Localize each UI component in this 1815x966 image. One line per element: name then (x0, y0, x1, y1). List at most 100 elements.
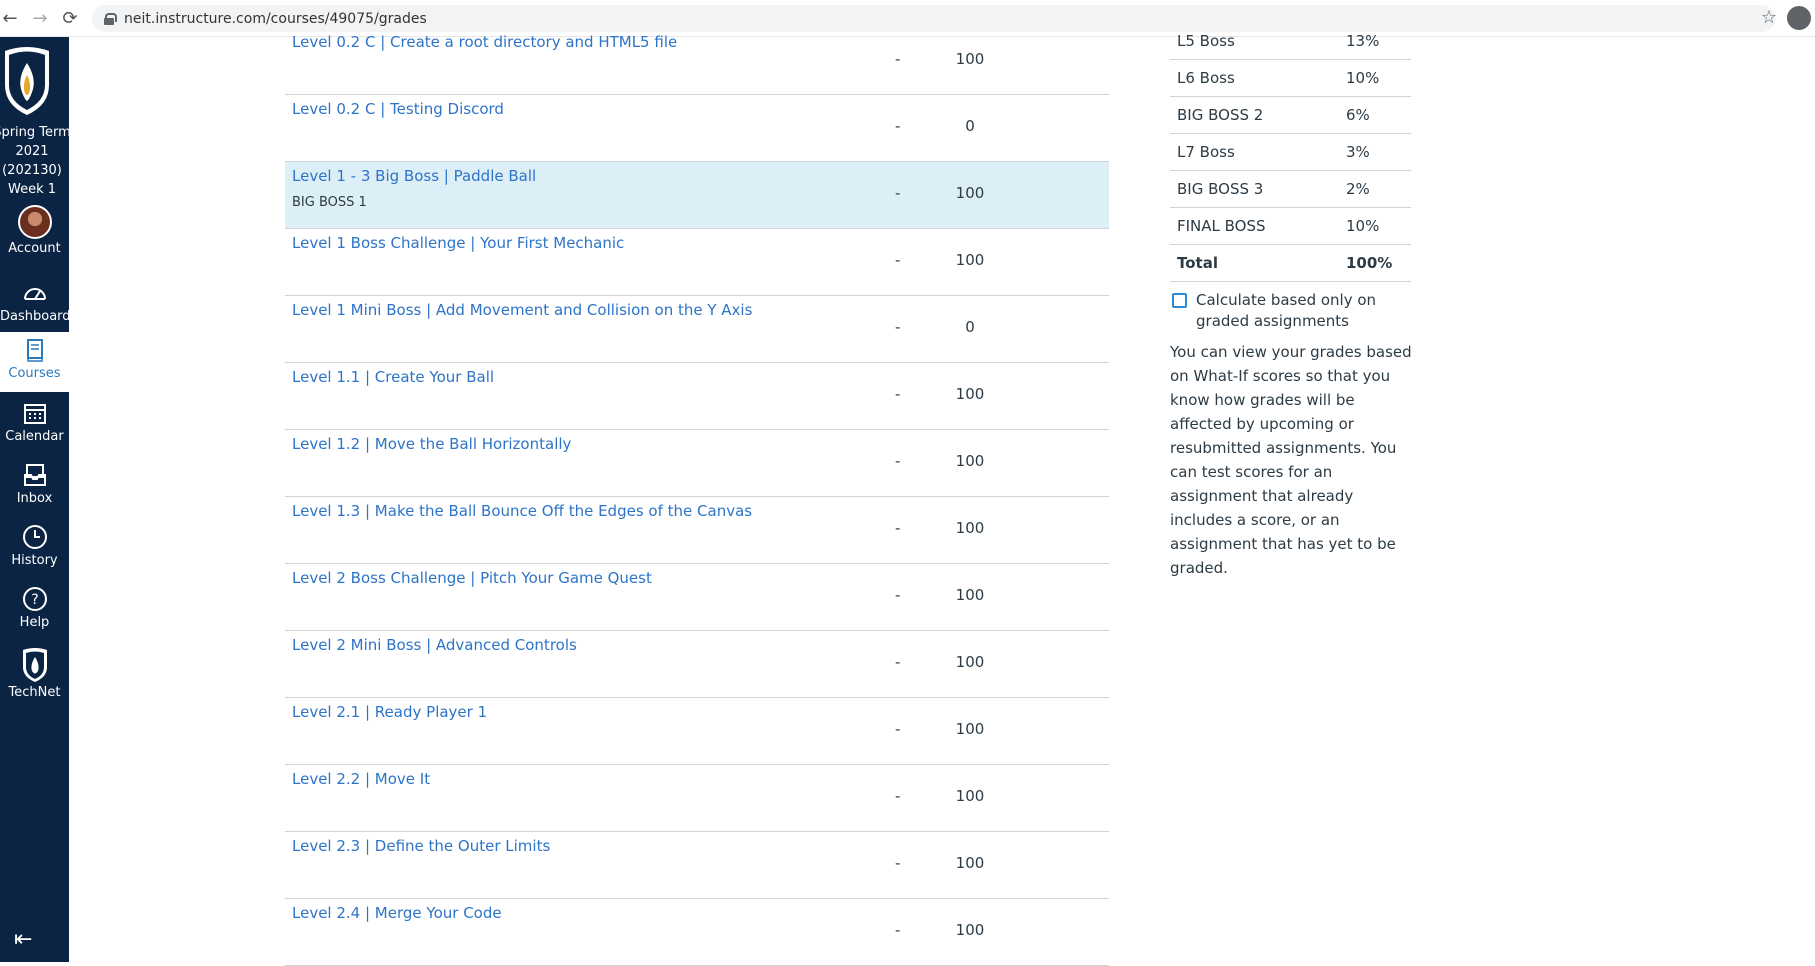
grade-dash: - (895, 184, 901, 202)
nav-calendar-label: Calendar (5, 429, 64, 444)
nav-inbox-label: Inbox (16, 491, 53, 506)
assignment-link[interactable]: Level 2 Boss Challenge | Pitch Your Game… (292, 569, 652, 587)
nav-technet-label: TechNet (8, 685, 61, 700)
grade-row: Level 2.3 | Define the Outer Limits - 100 (285, 832, 1109, 899)
grade-row: Level 2.4 | Merge Your Code - 100 (285, 899, 1109, 966)
group-weight: 10% (1346, 69, 1380, 87)
nav-history[interactable]: History (0, 523, 69, 568)
points-possible: 100 (955, 452, 985, 470)
grades-table: Level 0.2 C | Create a root directory an… (285, 28, 1109, 966)
grade-row: Level 2 Boss Challenge | Pitch Your Game… (285, 564, 1109, 631)
group-name: Total (1177, 254, 1218, 272)
assignment-link[interactable]: Level 2 Mini Boss | Advanced Controls (292, 636, 577, 654)
weight-row: L7 Boss 3% (1170, 134, 1411, 171)
grade-dash: - (895, 921, 901, 939)
nav-technet[interactable]: TechNet (0, 647, 69, 700)
grade-row: Level 1.2 | Move the Ball Horizontally - 1… (285, 430, 1109, 497)
assignment-link[interactable]: Level 2.4 | Merge Your Code (292, 904, 502, 922)
assignment-link[interactable]: Level 2.1 | Ready Player 1 (292, 703, 487, 721)
grade-dash: - (895, 251, 901, 269)
group-name: BIG BOSS 3 (1177, 180, 1264, 198)
nav-inbox[interactable]: Inbox (0, 461, 69, 506)
nav-history-label: History (11, 553, 58, 568)
neit-logo-icon[interactable] (0, 45, 54, 117)
points-possible: 100 (955, 854, 985, 872)
grade-dash: - (895, 787, 901, 805)
weight-row: FINAL BOSS 10% (1170, 208, 1411, 245)
points-possible: 0 (965, 117, 975, 135)
technet-icon (22, 648, 47, 682)
grade-row: Level 1.1 | Create Your Ball - 100 (285, 363, 1109, 430)
profile-icon[interactable] (1787, 6, 1811, 30)
weight-row: BIG BOSS 2 6% (1170, 97, 1411, 134)
grade-row: Level 0.2 C | Create a root directory an… (285, 28, 1109, 95)
grade-row: Level 2.2 | Move It - 100 (285, 765, 1109, 832)
calculate-graded-only[interactable]: Calculate based only on graded assignmen… (1170, 290, 1411, 332)
group-weight: 2% (1346, 180, 1370, 198)
points-possible: 0 (965, 318, 975, 336)
group-name: FINAL BOSS (1177, 217, 1266, 235)
grade-dash: - (895, 117, 901, 135)
graded-only-checkbox[interactable] (1172, 293, 1187, 308)
grade-dash: - (895, 586, 901, 604)
grade-dash: - (895, 854, 901, 872)
help-icon: ? (22, 587, 47, 611)
points-possible: 100 (955, 184, 985, 202)
nav-help-label: Help (19, 615, 50, 630)
avatar (17, 205, 52, 239)
weights-table: L5 Boss 13% L6 Boss 10% BIG BOSS 2 6% L7 Boss 3… (1170, 23, 1411, 282)
assignment-link[interactable]: Level 2.3 | Define the Outer Limits (292, 837, 550, 855)
nav-courses-label: Courses (8, 366, 61, 381)
points-possible: 100 (955, 720, 985, 738)
nav-dashboard[interactable]: Dashboard (0, 279, 71, 324)
grade-row: Level 1.3 | Make the Ball Bounce Off the… (285, 497, 1109, 564)
lock-icon (104, 12, 117, 25)
grade-row: Level 1 Boss Challenge | Your First Mech… (285, 229, 1109, 296)
term-label: Spring Term 2021 (202130) Week 1 (0, 125, 71, 197)
reload-icon[interactable]: ⟳ (56, 4, 84, 32)
history-icon (22, 525, 47, 549)
assignment-link[interactable]: Level 1.2 | Move the Ball Horizontally (292, 435, 571, 453)
assignment-link[interactable]: Level 1.3 | Make the Ball Bounce Off the… (292, 502, 752, 520)
dashboard-icon (23, 288, 46, 300)
back-arrow-icon[interactable]: ← (0, 4, 24, 32)
nav-dashboard-label: Dashboard (0, 309, 71, 324)
collapse-nav-icon[interactable]: ⇤ (14, 927, 32, 952)
group-name: L5 Boss (1177, 32, 1235, 50)
nav-account[interactable]: Account (0, 205, 69, 256)
global-nav: Spring Term 2021 (202130) Week 1 Account… (0, 37, 71, 962)
assignment-group: BIG BOSS 1 (292, 195, 367, 210)
grade-row: Level 2 Mini Boss | Advanced Controls - 10… (285, 631, 1109, 698)
group-weight: 100% (1346, 254, 1393, 272)
grade-dash: - (895, 519, 901, 537)
points-possible: 100 (955, 921, 985, 939)
points-possible: 100 (955, 586, 985, 604)
assignment-link[interactable]: Level 0.2 C | Testing Discord (292, 100, 504, 118)
grade-row: Level 0.2 C | Testing Discord - 0 (285, 95, 1109, 162)
nav-help[interactable]: ? Help (0, 585, 69, 630)
points-possible: 100 (955, 653, 985, 671)
points-possible: 100 (955, 519, 985, 537)
grade-dash: - (895, 452, 901, 470)
grade-dash: - (895, 385, 901, 403)
assignment-link[interactable]: Level 1 Mini Boss | Add Movement and Col… (292, 301, 752, 319)
nav-calendar[interactable]: Calendar (0, 399, 69, 444)
grade-dash: - (895, 50, 901, 68)
grade-row: Level 1 - 3 Big Boss | Paddle Ball BIG BO… (285, 162, 1109, 229)
grade-dash: - (895, 720, 901, 738)
assignment-link[interactable]: Level 0.2 C | Create a root directory an… (292, 33, 677, 51)
nav-courses[interactable]: Courses (0, 332, 69, 392)
calendar-icon (23, 404, 46, 424)
weight-row: BIG BOSS 3 2% (1170, 171, 1411, 208)
grade-row: Level 2.1 | Ready Player 1 - 100 (285, 698, 1109, 765)
assignment-link[interactable]: Level 1 - 3 Big Boss | Paddle Ball (292, 167, 536, 185)
bookmark-star-icon[interactable]: ☆ (1761, 7, 1777, 28)
group-weight: 13% (1346, 32, 1380, 50)
assignment-link[interactable]: Level 2.2 | Move It (292, 770, 430, 788)
points-possible: 100 (955, 385, 985, 403)
forward-arrow-icon[interactable]: → (26, 4, 54, 32)
group-weight: 3% (1346, 143, 1370, 161)
points-possible: 100 (955, 251, 985, 269)
assignment-link[interactable]: Level 1 Boss Challenge | Your First Mech… (292, 234, 624, 252)
assignment-link[interactable]: Level 1.1 | Create Your Ball (292, 368, 494, 386)
